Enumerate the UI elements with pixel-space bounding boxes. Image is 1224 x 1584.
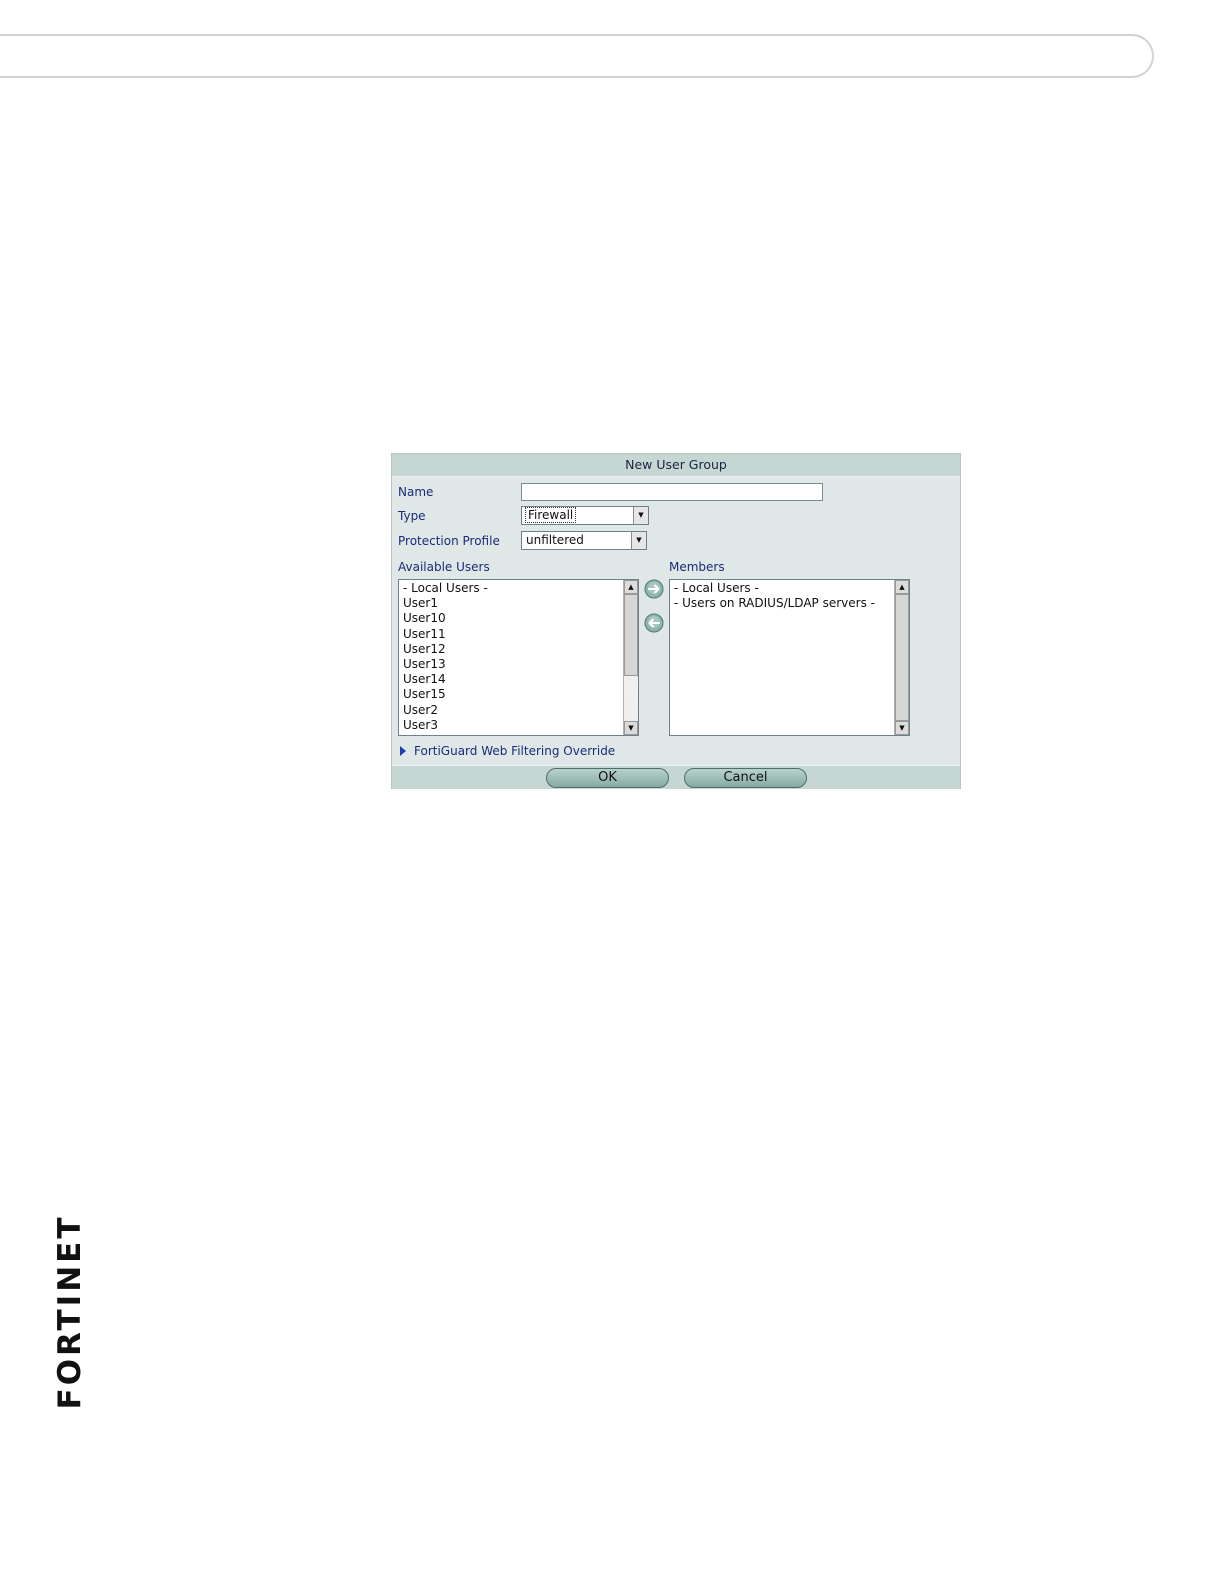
members-label: Members xyxy=(669,560,725,574)
type-label: Type xyxy=(398,509,426,523)
list-item[interactable]: User2 xyxy=(403,703,488,718)
scroll-thumb[interactable] xyxy=(624,594,638,676)
arrow-right-circle-icon xyxy=(644,579,664,599)
type-select-value: Firewall xyxy=(524,507,577,523)
logo-text: FORTINET xyxy=(52,1214,88,1410)
type-select[interactable]: Firewall ▼ xyxy=(521,506,649,525)
available-users-label: Available Users xyxy=(398,560,490,574)
available-users-list[interactable]: - Local Users - User1 User10 User11 User… xyxy=(398,579,639,736)
list-item[interactable]: User10 xyxy=(403,611,488,626)
protection-profile-label: Protection Profile xyxy=(398,534,500,548)
available-users-scrollbar[interactable]: ▲ ▼ xyxy=(623,580,638,735)
list-item[interactable]: - Local Users - xyxy=(403,581,488,596)
list-item[interactable]: User14 xyxy=(403,672,488,687)
list-item[interactable]: User12 xyxy=(403,642,488,657)
list-item[interactable]: User3 xyxy=(403,718,488,733)
new-user-group-dialog: New User Group Name Type Firewall ▼ Prot… xyxy=(391,453,961,789)
chevron-down-icon[interactable]: ▼ xyxy=(631,532,646,549)
dialog-footer: OK Cancel xyxy=(392,765,960,789)
fortiguard-override-toggle[interactable]: FortiGuard Web Filtering Override xyxy=(400,744,615,758)
list-item[interactable]: User1 xyxy=(403,596,488,611)
protection-profile-value: unfiltered xyxy=(526,533,584,547)
list-item[interactable]: - Local Users - xyxy=(674,581,875,596)
list-item[interactable]: - Users on RADIUS/LDAP servers - xyxy=(674,596,875,611)
scroll-up-icon[interactable]: ▲ xyxy=(895,580,909,594)
list-item[interactable]: User13 xyxy=(403,657,488,672)
scroll-up-icon[interactable]: ▲ xyxy=(624,580,638,594)
name-label: Name xyxy=(398,485,434,499)
add-member-button[interactable] xyxy=(644,579,664,599)
name-input[interactable] xyxy=(521,483,823,501)
members-list[interactable]: - Local Users - - Users on RADIUS/LDAP s… xyxy=(669,579,910,736)
dialog-title: New User Group xyxy=(392,454,960,477)
scroll-down-icon[interactable]: ▼ xyxy=(895,721,909,735)
fortiguard-override-label: FortiGuard Web Filtering Override xyxy=(414,744,616,758)
page-header-bar xyxy=(0,34,1154,78)
ok-button[interactable]: OK xyxy=(546,768,669,788)
scroll-thumb[interactable] xyxy=(895,594,909,721)
remove-member-button[interactable] xyxy=(644,613,664,633)
triangle-right-icon xyxy=(400,746,406,756)
list-item[interactable]: User11 xyxy=(403,627,488,642)
list-item[interactable]: User15 xyxy=(403,687,488,702)
scroll-down-icon[interactable]: ▼ xyxy=(624,721,638,735)
protection-profile-select[interactable]: unfiltered ▼ xyxy=(521,531,647,550)
arrow-left-circle-icon xyxy=(644,613,664,633)
cancel-button[interactable]: Cancel xyxy=(684,768,807,788)
chevron-down-icon[interactable]: ▼ xyxy=(633,507,648,524)
members-scrollbar[interactable]: ▲ ▼ xyxy=(894,580,909,735)
